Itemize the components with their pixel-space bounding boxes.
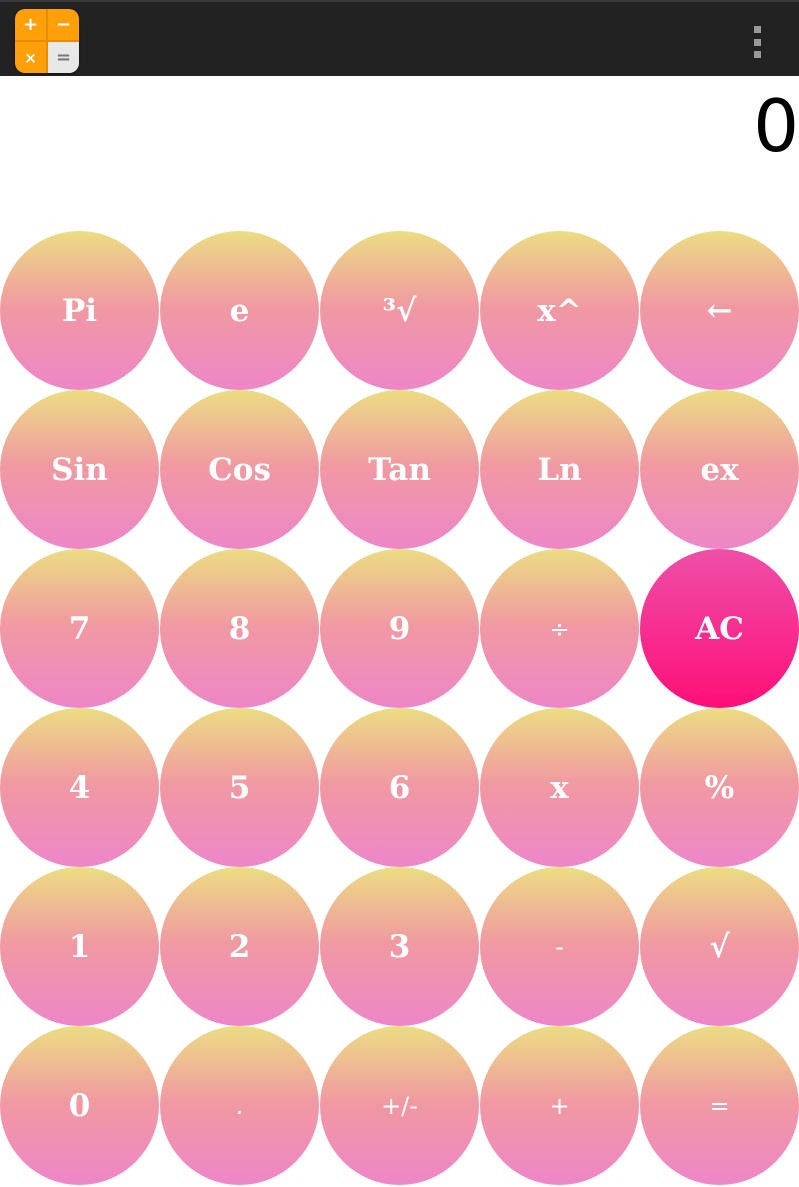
pi-key[interactable]: Pi xyxy=(0,231,159,390)
digit-7-key[interactable]: 7 xyxy=(0,549,159,708)
divide-key[interactable]: ÷ xyxy=(480,549,639,708)
digit-0-key[interactable]: 0 xyxy=(0,1026,159,1185)
negate-key[interactable]: +/- xyxy=(320,1026,479,1185)
cube-root-key[interactable]: ³√ xyxy=(320,231,479,390)
tan-key[interactable]: Tan xyxy=(320,390,479,549)
all-clear-key[interactable]: AC xyxy=(640,549,799,708)
equals-icon: = xyxy=(48,42,79,73)
equals-key[interactable]: = xyxy=(640,1026,799,1185)
backspace-key[interactable]: ← xyxy=(640,231,799,390)
digit-6-key[interactable]: 6 xyxy=(320,708,479,867)
decimal-key[interactable]: . xyxy=(160,1026,319,1185)
display-value: 0 xyxy=(753,84,799,168)
digit-9-key[interactable]: 9 xyxy=(320,549,479,708)
digit-8-key[interactable]: 8 xyxy=(160,549,319,708)
calculator-app-icon: + − × = xyxy=(15,9,79,73)
digit-5-key[interactable]: 5 xyxy=(160,708,319,867)
digit-3-key[interactable]: 3 xyxy=(320,867,479,1026)
add-key[interactable]: + xyxy=(480,1026,639,1185)
digit-1-key[interactable]: 1 xyxy=(0,867,159,1026)
power-key[interactable]: x^ xyxy=(480,231,639,390)
square-root-key[interactable]: √ xyxy=(640,867,799,1026)
result-display: 0 xyxy=(0,76,799,230)
overflow-menu-icon[interactable] xyxy=(748,26,766,58)
menu-dot xyxy=(753,51,761,58)
sin-key[interactable]: Sin xyxy=(0,390,159,549)
subtract-key[interactable]: - xyxy=(480,867,639,1026)
exp-key[interactable]: ex xyxy=(640,390,799,549)
minus-icon: − xyxy=(55,14,72,35)
action-bar: + − × = xyxy=(0,0,799,76)
menu-dot xyxy=(753,38,761,46)
keypad: Pi e ³√ x^ ← Sin Cos Tan Ln ex 7 8 9 ÷ AC 4 5 6 x% 1 2 3- √ 0. +… xyxy=(0,231,799,1187)
percent-key[interactable]: % xyxy=(640,708,799,867)
digit-4-key[interactable]: 4 xyxy=(0,708,159,867)
euler-key[interactable]: e xyxy=(160,231,319,390)
cos-key[interactable]: Cos xyxy=(160,390,319,549)
menu-dot xyxy=(753,26,761,33)
times-icon: × xyxy=(24,48,37,67)
ln-key[interactable]: Ln xyxy=(480,390,639,549)
plus-icon: + xyxy=(22,14,39,35)
multiply-key[interactable]: x xyxy=(480,708,639,867)
digit-2-key[interactable]: 2 xyxy=(160,867,319,1026)
